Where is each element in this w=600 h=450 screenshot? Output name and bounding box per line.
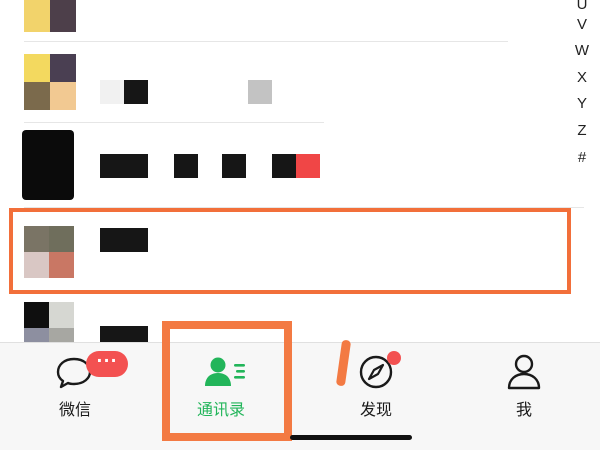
tab-me-label: 我 bbox=[515, 400, 532, 419]
contact-name bbox=[100, 154, 148, 178]
row-divider bbox=[24, 122, 324, 123]
person-icon bbox=[506, 353, 542, 391]
unread-badge: ··· bbox=[86, 351, 128, 377]
alphabet-index-bar[interactable]: U V W X Y Z # bbox=[570, 0, 594, 180]
index-letter-hash[interactable]: # bbox=[570, 149, 594, 166]
contact-name bbox=[124, 80, 148, 104]
tab-discover[interactable]: 发现 bbox=[316, 343, 436, 450]
contact-name bbox=[174, 154, 198, 178]
contact-name bbox=[248, 80, 272, 104]
contact-name bbox=[272, 154, 296, 178]
tab-discover-label: 发现 bbox=[359, 400, 392, 419]
index-letter-z[interactable]: Z bbox=[570, 122, 594, 139]
contact-row[interactable] bbox=[0, 0, 560, 40]
tab-me[interactable]: 我 bbox=[464, 343, 584, 450]
tab-chats-label: 微信 bbox=[58, 400, 91, 419]
contact-name bbox=[222, 154, 246, 178]
highlight-frame bbox=[9, 208, 571, 294]
contact-avatar bbox=[22, 130, 74, 200]
bottom-tab-bar: ··· 微信 通讯录 发现 我 bbox=[0, 342, 600, 450]
contact-avatar bbox=[24, 0, 76, 32]
index-letter-w[interactable]: W bbox=[570, 42, 594, 59]
index-letter-u[interactable]: U bbox=[570, 0, 594, 13]
discover-dot-badge bbox=[387, 351, 401, 365]
index-letter-x[interactable]: X bbox=[570, 69, 594, 86]
tab-chats[interactable]: ··· 微信 bbox=[15, 343, 135, 450]
contact-avatar bbox=[24, 54, 76, 110]
index-letter-y[interactable]: Y bbox=[570, 95, 594, 112]
tab-highlight-frame bbox=[162, 321, 292, 441]
contact-name bbox=[100, 326, 148, 342]
contact-name bbox=[296, 154, 320, 178]
contact-avatar bbox=[24, 302, 74, 342]
contact-name bbox=[100, 80, 124, 104]
home-indicator bbox=[290, 435, 412, 440]
contact-row[interactable] bbox=[0, 124, 560, 206]
index-letter-v[interactable]: V bbox=[570, 16, 594, 33]
contact-row[interactable] bbox=[0, 42, 560, 122]
